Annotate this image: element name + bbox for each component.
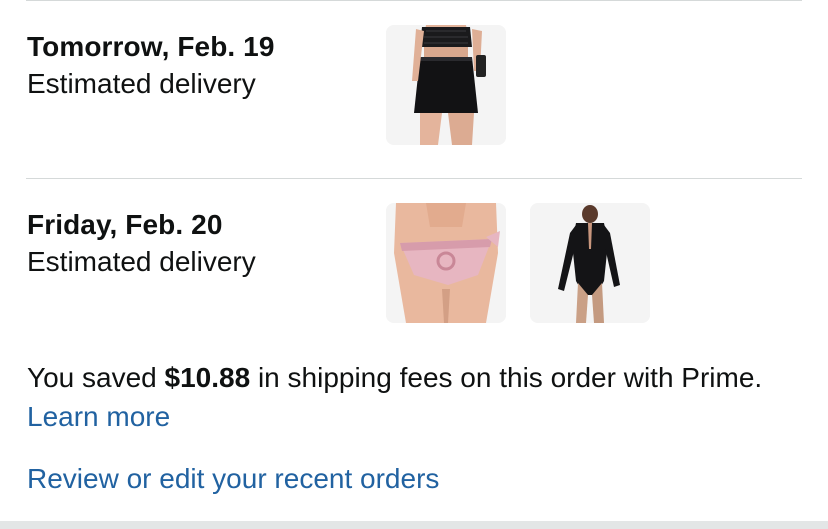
estimated-delivery-label: Estimated delivery — [27, 246, 256, 277]
delivery-group-1: Tomorrow, Feb. 19 Estimated delivery — [27, 30, 367, 102]
section-divider — [26, 178, 802, 179]
black-bodysuit-image — [530, 203, 650, 323]
footer-separator-bar — [0, 521, 828, 529]
product-thumbnail-black-bodysuit[interactable] — [530, 203, 650, 323]
savings-prefix: You saved — [27, 362, 165, 393]
product-thumbnail-pink-bikini-bottom[interactable] — [386, 203, 506, 323]
shipping-savings-message: You saved $10.88 in shipping fees on thi… — [27, 358, 807, 436]
delivery-date: Tomorrow, Feb. 19 — [27, 31, 275, 62]
pink-bikini-bottom-image — [386, 203, 506, 323]
review-orders-row: Review or edit your recent orders — [27, 461, 439, 497]
estimated-delivery-label: Estimated delivery — [27, 68, 256, 99]
black-mini-skirt-image — [386, 25, 506, 145]
learn-more-link[interactable]: Learn more — [27, 401, 170, 432]
savings-amount: $10.88 — [164, 362, 251, 393]
order-confirmation-delivery-section: Tomorrow, Feb. 19 Estimated delivery Fri… — [0, 0, 828, 529]
delivery-date: Friday, Feb. 20 — [27, 209, 223, 240]
product-thumbnail-black-mini-skirt[interactable] — [386, 25, 506, 145]
top-divider — [26, 0, 802, 1]
delivery-group-2: Friday, Feb. 20 Estimated delivery — [27, 208, 367, 280]
review-recent-orders-link[interactable]: Review or edit your recent orders — [27, 463, 439, 494]
savings-suffix: in shipping fees on this order with Prim… — [250, 362, 763, 393]
